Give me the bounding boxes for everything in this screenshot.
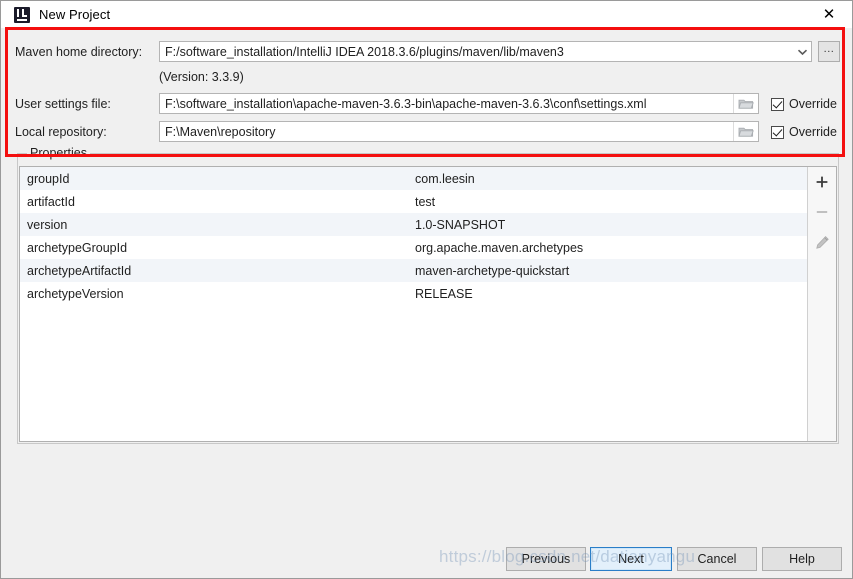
table-row[interactable]: version 1.0-SNAPSHOT <box>20 213 807 236</box>
dialog-title: New Project <box>39 7 111 22</box>
user-settings-override-checkbox[interactable] <box>771 97 784 111</box>
maven-home-combobox[interactable]: F:/software_installation/IntelliJ IDEA 2… <box>159 41 812 62</box>
close-icon[interactable]: ✕ <box>806 1 852 28</box>
maven-home-label: Maven home directory: <box>15 45 143 59</box>
table-row[interactable]: archetypeArtifactId maven-archetype-quic… <box>20 259 807 282</box>
maven-home-browse-button[interactable]: ... <box>818 41 840 62</box>
property-key: version <box>27 217 68 232</box>
intellij-idea-icon <box>14 6 30 23</box>
table-row[interactable]: groupId com.leesin <box>20 167 807 190</box>
next-button[interactable]: Next <box>590 547 672 571</box>
help-button[interactable]: Help <box>762 547 842 571</box>
folder-icon[interactable] <box>733 122 758 141</box>
local-repository-override-label: Override <box>789 125 837 139</box>
maven-version-note: (Version: 3.3.9) <box>159 70 244 84</box>
title-bar: New Project ✕ <box>1 1 852 28</box>
property-value: RELEASE <box>415 286 473 301</box>
user-settings-input[interactable]: F:\software_installation\apache-maven-3.… <box>159 93 759 114</box>
table-row[interactable]: archetypeVersion RELEASE <box>20 282 807 305</box>
properties-table: groupId com.leesin artifactId test versi… <box>20 167 807 441</box>
user-settings-label: User settings file: <box>15 97 111 111</box>
local-repository-override[interactable]: Override <box>771 125 837 139</box>
previous-button[interactable]: Previous <box>506 547 586 571</box>
new-project-dialog: New Project ✕ Maven home directory: F:/s… <box>0 0 853 579</box>
table-row[interactable]: artifactId test <box>20 190 807 213</box>
property-value: maven-archetype-quickstart <box>415 263 570 278</box>
property-key: artifactId <box>27 194 75 209</box>
user-settings-override[interactable]: Override <box>771 97 837 111</box>
property-key: archetypeArtifactId <box>27 263 132 278</box>
maven-home-value: F:/software_installation/IntelliJ IDEA 2… <box>165 44 564 59</box>
property-value: test <box>415 194 436 209</box>
properties-toolbar <box>807 167 836 441</box>
local-repository-value: F:\Maven\repository <box>165 124 276 139</box>
properties-legend: Properties <box>27 146 90 160</box>
folder-icon[interactable] <box>733 94 758 113</box>
local-repository-override-checkbox[interactable] <box>771 125 784 139</box>
property-key: archetypeVersion <box>27 286 124 301</box>
add-property-button[interactable] <box>811 171 833 193</box>
property-key: groupId <box>27 171 70 186</box>
edit-property-button[interactable] <box>811 231 833 253</box>
table-row[interactable]: archetypeGroupId org.apache.maven.archet… <box>20 236 807 259</box>
property-value: 1.0-SNAPSHOT <box>415 217 506 232</box>
user-settings-override-label: Override <box>789 97 837 111</box>
user-settings-value: F:\software_installation\apache-maven-3.… <box>165 96 647 111</box>
cancel-button[interactable]: Cancel <box>677 547 757 571</box>
local-repository-label: Local repository: <box>15 125 107 139</box>
property-key: archetypeGroupId <box>27 240 128 255</box>
local-repository-input[interactable]: F:\Maven\repository <box>159 121 759 142</box>
property-value: com.leesin <box>415 171 475 186</box>
property-value: org.apache.maven.archetypes <box>415 240 584 255</box>
chevron-down-icon[interactable] <box>793 42 811 61</box>
properties-panel: groupId com.leesin artifactId test versi… <box>19 166 837 442</box>
remove-property-button[interactable] <box>811 201 833 223</box>
